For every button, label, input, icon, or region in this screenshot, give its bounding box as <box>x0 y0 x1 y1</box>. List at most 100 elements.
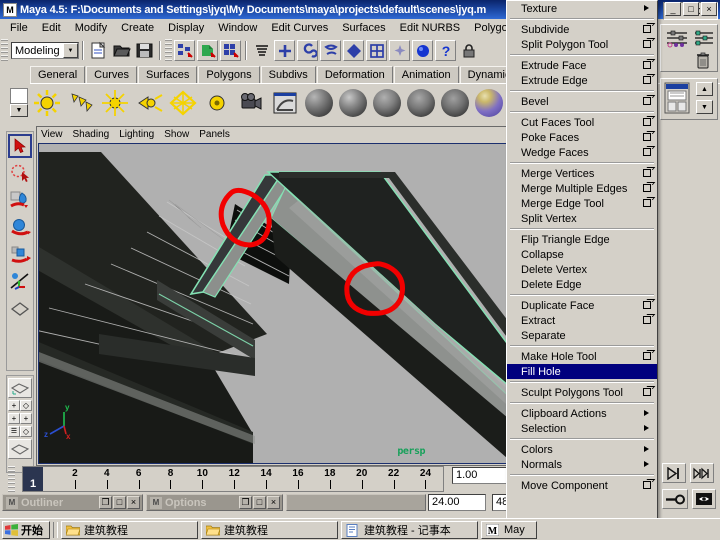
minimize-button[interactable]: _ <box>665 2 681 16</box>
options-close-button[interactable]: × <box>267 496 280 509</box>
trash-icon[interactable] <box>694 52 712 73</box>
phong-material-icon[interactable] <box>370 85 404 120</box>
shelf-tab-curves[interactable]: Curves <box>86 66 137 83</box>
viewport-3d[interactable]: y z x persp <box>38 143 514 464</box>
chevron-down-icon[interactable]: ▼ <box>63 43 78 58</box>
option-box-icon[interactable] <box>643 97 651 105</box>
menu-item-flip-triangle-edge[interactable]: Flip Triangle Edge <box>507 232 657 247</box>
no-key-button[interactable] <box>692 489 716 509</box>
lambert-material-icon[interactable] <box>302 85 336 120</box>
step-forward-button[interactable] <box>690 463 714 483</box>
menu-item-texture[interactable]: Texture <box>507 1 657 16</box>
menu-item-make-hole-tool[interactable]: Make Hole Tool <box>507 349 657 364</box>
menu-create[interactable]: Create <box>114 19 161 38</box>
lasso-select-tool[interactable] <box>8 161 32 185</box>
select-by-component-icon[interactable] <box>220 40 241 61</box>
view-plane-snap-icon[interactable] <box>343 40 364 61</box>
shelf-tab-surfaces[interactable]: Surfaces <box>137 66 198 83</box>
option-box-icon[interactable] <box>643 352 651 360</box>
lock-icon[interactable] <box>458 40 479 61</box>
show-manipulator-tool[interactable] <box>8 296 32 320</box>
option-box-icon[interactable] <box>643 76 651 84</box>
open-scene-icon[interactable] <box>111 40 132 61</box>
move-tool[interactable] <box>8 215 32 239</box>
menu-item-merge-edge-tool[interactable]: Merge Edge Tool <box>507 196 657 211</box>
surface-snap-icon[interactable] <box>320 40 341 61</box>
outliner-close-button[interactable]: × <box>127 496 140 509</box>
close-button[interactable]: × <box>701 2 717 16</box>
menu-item-collapse[interactable]: Collapse <box>507 247 657 262</box>
area-light-icon[interactable] <box>166 85 200 120</box>
select-tool[interactable] <box>8 134 32 158</box>
range-start-field[interactable]: 24.00 <box>428 494 486 511</box>
render-globals-icon[interactable] <box>412 40 433 61</box>
phonge-material-icon[interactable] <box>404 85 438 120</box>
panel-menu-shading[interactable]: Shading <box>73 129 110 140</box>
panel-menu-show[interactable]: Show <box>164 129 189 140</box>
outliner-maximize-button[interactable]: □ <box>113 496 126 509</box>
menu-edit-curves[interactable]: Edit Curves <box>264 19 335 38</box>
shelf-tab-subdivs[interactable]: Subdivs <box>260 66 316 83</box>
menu-display[interactable]: Display <box>161 19 211 38</box>
four-view-layout[interactable]: + ◇ <box>8 400 32 411</box>
menu-set-selector[interactable]: Modeling ▼ <box>11 42 79 59</box>
new-scene-icon[interactable] <box>88 40 109 61</box>
edit-polygons-popup-menu[interactable]: Texture Subdivide Split Polygon Tool Extrud… <box>506 0 658 540</box>
selection-mask-list-icon[interactable] <box>251 40 272 61</box>
outliner-restore-button[interactable]: ❐ <box>99 496 112 509</box>
option-box-icon[interactable] <box>643 118 651 126</box>
menu-item-split-polygon-tool[interactable]: Split Polygon Tool <box>507 37 657 52</box>
menu-modify[interactable]: Modify <box>68 19 114 38</box>
grid-snap-icon[interactable] <box>366 40 387 61</box>
single-perspective-layout[interactable] <box>8 378 32 398</box>
menu-edit[interactable]: Edit <box>35 19 68 38</box>
render-view-icon[interactable] <box>268 85 302 120</box>
menu-item-wedge-faces[interactable]: Wedge Faces <box>507 145 657 160</box>
select-by-hierarchy-icon[interactable] <box>174 40 195 61</box>
option-box-icon[interactable] <box>643 184 651 192</box>
shelf-menu-arrow-icon[interactable]: ▼ <box>10 103 28 117</box>
layer-editor-icon[interactable] <box>664 82 690 117</box>
point-light-icon[interactable] <box>98 85 132 120</box>
scale-tool[interactable] <box>8 269 32 293</box>
persp-layout[interactable] <box>8 439 32 459</box>
taskbar-item[interactable]: M May <box>481 520 537 539</box>
paint-select-tool[interactable] <box>8 188 32 212</box>
option-box-icon[interactable] <box>643 133 651 141</box>
menu-item-colors[interactable]: Colors <box>507 442 657 457</box>
ambient-light-icon[interactable] <box>30 85 64 120</box>
shelf-tab-general[interactable]: General <box>30 66 86 83</box>
menu-item-clipboard-actions[interactable]: Clipboard Actions <box>507 406 657 421</box>
taskbar-item[interactable]: 建筑教程 <box>201 520 338 539</box>
option-box-icon[interactable] <box>643 199 651 207</box>
go-to-end-button[interactable] <box>662 463 686 483</box>
channel-box-icon[interactable] <box>694 30 714 51</box>
option-box-icon[interactable] <box>643 25 651 33</box>
point-snap-icon[interactable] <box>274 40 295 61</box>
attribute-editor-icon[interactable] <box>666 30 688 51</box>
rotate-tool[interactable] <box>8 242 32 266</box>
option-box-icon[interactable] <box>643 388 651 396</box>
shelf-tab-animation[interactable]: Animation <box>393 66 459 83</box>
menu-item-duplicate-face[interactable]: Duplicate Face <box>507 298 657 313</box>
status-line-grip[interactable] <box>1 39 8 62</box>
menu-item-extrude-edge[interactable]: Extrude Edge <box>507 73 657 88</box>
key-button[interactable] <box>662 489 688 509</box>
panel-menu-view[interactable]: View <box>41 129 63 140</box>
menu-item-split-vertex[interactable]: Split Vertex <box>507 211 657 226</box>
menu-item-normals[interactable]: Normals <box>507 457 657 472</box>
current-frame-indicator[interactable]: 1 <box>23 467 43 491</box>
menu-window[interactable]: Window <box>211 19 264 38</box>
menu-item-extrude-face[interactable]: Extrude Face <box>507 58 657 73</box>
ramp-shader-icon[interactable] <box>472 85 506 120</box>
taskbar-item[interactable]: 建筑教程 - 记事本 <box>341 520 478 539</box>
menu-item-bevel[interactable]: Bevel <box>507 94 657 109</box>
option-box-icon[interactable] <box>643 40 651 48</box>
selection-mask-grip[interactable] <box>165 39 172 62</box>
menu-file[interactable]: File <box>3 19 35 38</box>
menu-item-delete-edge[interactable]: Delete Edge <box>507 277 657 292</box>
camera-icon[interactable] <box>234 85 268 120</box>
panel-menu-lighting[interactable]: Lighting <box>119 129 154 140</box>
menu-item-merge-vertices[interactable]: Merge Vertices <box>507 166 657 181</box>
two-pane-layout[interactable]: + + <box>8 413 32 424</box>
